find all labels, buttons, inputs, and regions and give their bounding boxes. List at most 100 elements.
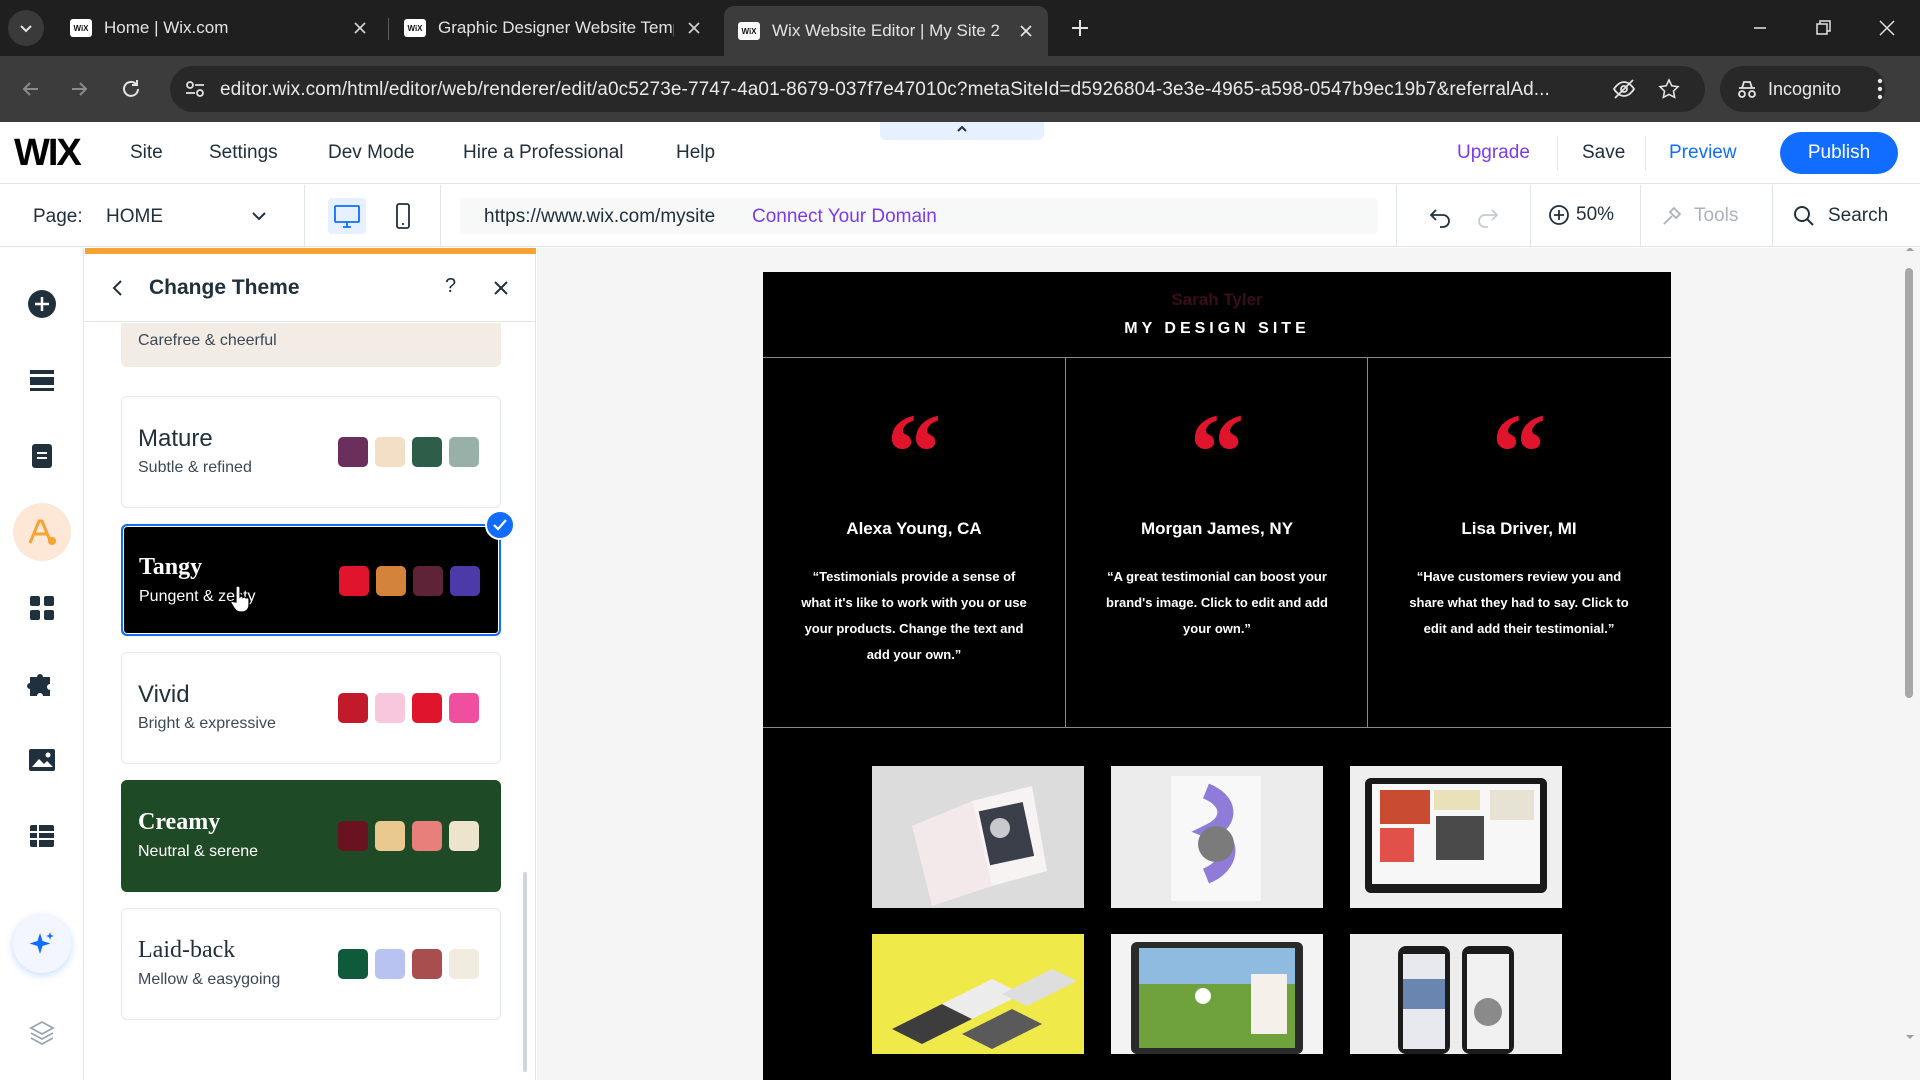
page-selector[interactable]: HOME (106, 206, 163, 228)
url-omnibox[interactable]: editor.wix.com/html/editor/web/renderer/… (170, 66, 1705, 112)
new-tab-plus-icon[interactable] (1066, 14, 1094, 42)
mobile-icon (396, 203, 410, 229)
cms-button[interactable] (20, 814, 64, 858)
help-button[interactable]: ? (445, 275, 456, 298)
undo-icon[interactable] (1428, 204, 1454, 228)
address-bar: editor.wix.com/html/editor/web/renderer/… (0, 56, 1920, 122)
change-theme-panel: Change Theme ? Carefree & cheerful Matur… (85, 248, 536, 1080)
testimonial-text[interactable]: “Testimonials provide a sense of what it… (801, 564, 1027, 668)
connect-domain-link[interactable]: Connect Your Domain (752, 206, 937, 228)
close-icon[interactable] (352, 20, 368, 36)
menu-dev-mode[interactable]: Dev Mode (328, 142, 415, 164)
browser-tab-home[interactable]: WiX Home | Wix.com (56, 8, 382, 48)
menu-help[interactable]: Help (676, 142, 715, 164)
close-icon[interactable] (492, 279, 510, 297)
close-icon[interactable] (1018, 23, 1034, 39)
canvas-scrollbar[interactable] (1905, 248, 1915, 698)
theme-card-cheerful[interactable]: Carefree & cheerful (121, 323, 501, 367)
canvas-scroll-thumb[interactable] (1905, 268, 1913, 698)
theme-card-tangy[interactable]: Tangy Pungent & zesty (121, 510, 515, 636)
apps-button[interactable] (20, 586, 64, 630)
zoom-control[interactable]: 50% (1548, 204, 1614, 226)
bookmark-star-icon[interactable] (1657, 77, 1681, 101)
gallery-image-tablet[interactable] (1111, 934, 1323, 1054)
site-preview[interactable]: Sarah Tyler MY DESIGN SITE “ Alexa Young… (763, 272, 1671, 1080)
theme-card-laid-back[interactable]: Laid-back Mellow & easygoing (121, 908, 501, 1020)
mobile-view-button[interactable] (388, 198, 418, 234)
preview-button[interactable]: Preview (1669, 142, 1737, 164)
testimonial-card[interactable]: “ Alexa Young, CA “Testimonials provide … (763, 357, 1065, 727)
site-owner-name[interactable]: Sarah Tyler (763, 290, 1671, 310)
tools-button[interactable]: Tools (1660, 204, 1738, 228)
browser-tab-template[interactable]: WiX Graphic Designer Website Temp (390, 8, 716, 48)
theme-card-creamy[interactable]: Creamy Neutral & serene (121, 780, 501, 892)
window-close-icon[interactable] (1875, 16, 1899, 40)
chevron-down-icon[interactable] (250, 209, 268, 223)
browser-tab-editor[interactable]: WiX Wix Website Editor | My Site 2 (724, 6, 1048, 56)
testimonial-author[interactable]: Lisa Driver, MI (1368, 519, 1670, 539)
publish-button[interactable]: Publish (1780, 132, 1898, 174)
restore-icon[interactable] (1811, 16, 1835, 40)
gallery-image-poster[interactable] (1111, 766, 1323, 908)
menu-settings[interactable]: Settings (209, 142, 278, 164)
scroll-down-icon[interactable] (1905, 1032, 1915, 1042)
back-arrow-icon[interactable] (18, 76, 44, 102)
add-elements-button[interactable] (20, 282, 64, 326)
checkmark-icon (493, 519, 507, 531)
minimize-icon[interactable] (1748, 16, 1772, 40)
layers-button[interactable] (20, 1010, 64, 1054)
theme-swatches (338, 821, 486, 851)
testimonial-text[interactable]: “Have customers review you and share wha… (1406, 564, 1632, 642)
testimonial-card[interactable]: “ Morgan James, NY “A great testimonial … (1066, 357, 1368, 727)
editor-canvas[interactable]: Sarah Tyler MY DESIGN SITE “ Alexa Young… (537, 248, 1920, 1080)
site-url-bar: https://www.wix.com/mysite Connect Your … (460, 198, 1378, 234)
testimonial-author[interactable]: Alexa Young, CA (763, 519, 1065, 539)
divider (440, 185, 441, 247)
gallery-image-cards[interactable] (872, 934, 1084, 1054)
search-button[interactable]: Search (1792, 204, 1888, 228)
gallery-image-phones[interactable] (1350, 934, 1562, 1054)
browser-menu-icon[interactable] (1876, 77, 1884, 101)
color-swatch (376, 566, 406, 596)
close-icon[interactable] (686, 20, 702, 36)
upgrade-link[interactable]: Upgrade (1457, 142, 1530, 164)
redo-icon[interactable] (1474, 204, 1500, 228)
business-apps-button[interactable] (20, 662, 64, 706)
media-button[interactable] (20, 738, 64, 782)
color-swatch (412, 437, 442, 467)
panel-scrollbar[interactable] (523, 872, 527, 1072)
wix-logo[interactable]: WIX (14, 132, 82, 175)
incognito-badge[interactable]: Incognito (1720, 66, 1885, 112)
color-swatch (449, 693, 479, 723)
reload-icon[interactable] (118, 76, 144, 102)
ai-assistant-button[interactable] (13, 915, 71, 973)
forward-arrow-icon[interactable] (66, 76, 92, 102)
save-button[interactable]: Save (1582, 142, 1625, 164)
sections-button[interactable] (20, 358, 64, 402)
divider (1530, 185, 1531, 247)
scroll-up-icon[interactable] (1905, 248, 1915, 254)
divider (1772, 185, 1773, 247)
site-title[interactable]: MY DESIGN SITE (763, 320, 1671, 338)
testimonial-card[interactable]: “ Lisa Driver, MI “Have customers review… (1368, 357, 1670, 727)
tab-search-button[interactable] (8, 10, 44, 46)
testimonial-author[interactable]: Morgan James, NY (1066, 519, 1368, 539)
theme-card-mature[interactable]: Mature Subtle & refined (121, 396, 501, 508)
theme-card-vivid[interactable]: Vivid Bright & expressive (121, 652, 501, 764)
theme-list[interactable]: Carefree & cheerful Mature Subtle & refi… (85, 323, 536, 1080)
menu-hire-professional[interactable]: Hire a Professional (463, 142, 624, 164)
editor-page-bar: Page: HOME https://www.wix.com/mysite Co… (0, 185, 1920, 247)
pages-button[interactable] (20, 434, 64, 478)
collapse-topbar-button[interactable] (880, 122, 1044, 140)
theme-name: Tangy (139, 554, 203, 580)
testimonial-text[interactable]: “A great testimonial can boost your bran… (1104, 564, 1330, 642)
eye-off-icon[interactable] (1612, 78, 1636, 100)
back-chevron-icon[interactable] (110, 278, 124, 298)
menu-site[interactable]: Site (130, 142, 163, 164)
gallery-image-monitor[interactable] (1350, 766, 1562, 908)
gallery-image-book[interactable] (872, 766, 1084, 908)
divider (1557, 136, 1558, 170)
site-design-button[interactable] (13, 503, 71, 561)
site-settings-icon[interactable] (184, 79, 206, 99)
desktop-view-button[interactable] (328, 198, 366, 234)
